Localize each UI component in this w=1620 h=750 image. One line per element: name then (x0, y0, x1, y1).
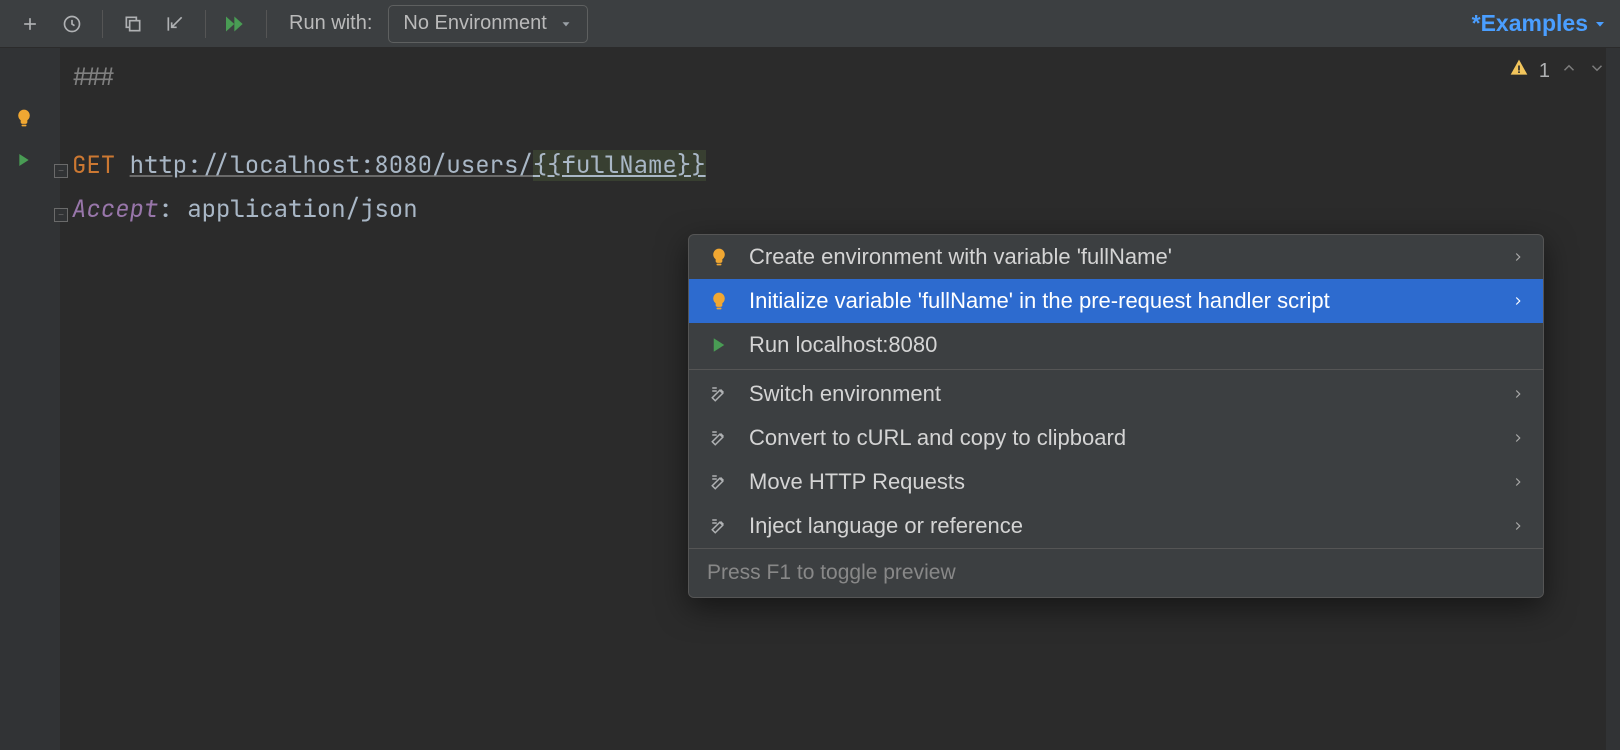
error-stripe (1606, 48, 1620, 750)
bulb-icon (707, 247, 731, 267)
intention-label: Switch environment (749, 381, 1493, 407)
intention-popup: Create environment with variable 'fullNa… (688, 234, 1544, 598)
prev-highlight-button[interactable] (1560, 59, 1578, 83)
run-gutter-icon[interactable] (4, 152, 44, 168)
add-button[interactable] (12, 6, 48, 42)
toolbar: Run with: No Environment *Examples (0, 0, 1620, 48)
environment-selected: No Environment (403, 12, 546, 35)
bulb-icon (707, 291, 731, 311)
popup-footer-hint: Press F1 to toggle preview (689, 548, 1543, 597)
warning-icon (1509, 58, 1529, 84)
intention-switch-environment[interactable]: Switch environment (689, 372, 1543, 416)
play-icon (707, 336, 731, 354)
request-separator: ### (72, 62, 115, 93)
edit-icon (707, 429, 731, 447)
header-value: : application/json (158, 194, 417, 225)
run-all-button[interactable] (218, 6, 254, 42)
intention-label: Convert to cURL and copy to clipboard (749, 425, 1493, 451)
chevron-right-icon (1511, 288, 1525, 314)
examples-label: *Examples (1472, 10, 1588, 37)
header-name: Accept (72, 194, 158, 225)
intention-convert-curl[interactable]: Convert to cURL and copy to clipboard (689, 416, 1543, 460)
intention-label: Run localhost:8080 (749, 332, 1525, 358)
next-highlight-button[interactable] (1588, 59, 1606, 83)
chevron-right-icon (1511, 244, 1525, 270)
chevron-right-icon (1511, 425, 1525, 451)
intention-run-request[interactable]: Run localhost:8080 (689, 323, 1543, 367)
popup-divider (689, 369, 1543, 370)
edit-icon (707, 385, 731, 403)
edit-icon (707, 473, 731, 491)
history-button[interactable] (54, 6, 90, 42)
fold-marker[interactable]: − (54, 208, 68, 222)
request-url: http://localhost:8080/users/ (130, 150, 533, 181)
http-method: GET (72, 150, 115, 181)
intention-move-requests[interactable]: Move HTTP Requests (689, 460, 1543, 504)
intention-label: Initialize variable 'fullName' in the pr… (749, 288, 1493, 314)
intention-label: Inject language or reference (749, 513, 1493, 539)
chevron-right-icon (1511, 469, 1525, 495)
environment-dropdown[interactable]: No Environment (388, 5, 587, 43)
intention-initialize-variable[interactable]: Initialize variable 'fullName' in the pr… (689, 279, 1543, 323)
inspections-widget[interactable]: 1 (1509, 58, 1606, 84)
editor[interactable]: − − ### GET http://localhost:8080/users/… (0, 48, 1620, 750)
chevron-right-icon (1511, 381, 1525, 407)
intention-label: Move HTTP Requests (749, 469, 1493, 495)
run-with-label: Run with: (289, 12, 372, 35)
import-button[interactable] (157, 6, 193, 42)
toolbar-separator (102, 10, 103, 38)
toolbar-separator (205, 10, 206, 38)
intention-create-environment[interactable]: Create environment with variable 'fullNa… (689, 235, 1543, 279)
fold-marker[interactable]: − (54, 164, 68, 178)
intention-label: Create environment with variable 'fullNa… (749, 244, 1493, 270)
intention-bulb-icon[interactable] (4, 108, 44, 128)
warning-count: 1 (1539, 60, 1550, 83)
edit-icon (707, 517, 731, 535)
toolbar-separator (266, 10, 267, 38)
chevron-right-icon (1511, 513, 1525, 539)
chevron-down-icon (1592, 16, 1608, 32)
copy-button[interactable] (115, 6, 151, 42)
code-content: ### GET http://localhost:8080/users/{{fu… (72, 56, 706, 232)
examples-link[interactable]: *Examples (1472, 10, 1608, 37)
chevron-down-icon (559, 17, 573, 31)
template-variable: {{fullName}} (533, 150, 706, 181)
intention-inject-language[interactable]: Inject language or reference (689, 504, 1543, 548)
